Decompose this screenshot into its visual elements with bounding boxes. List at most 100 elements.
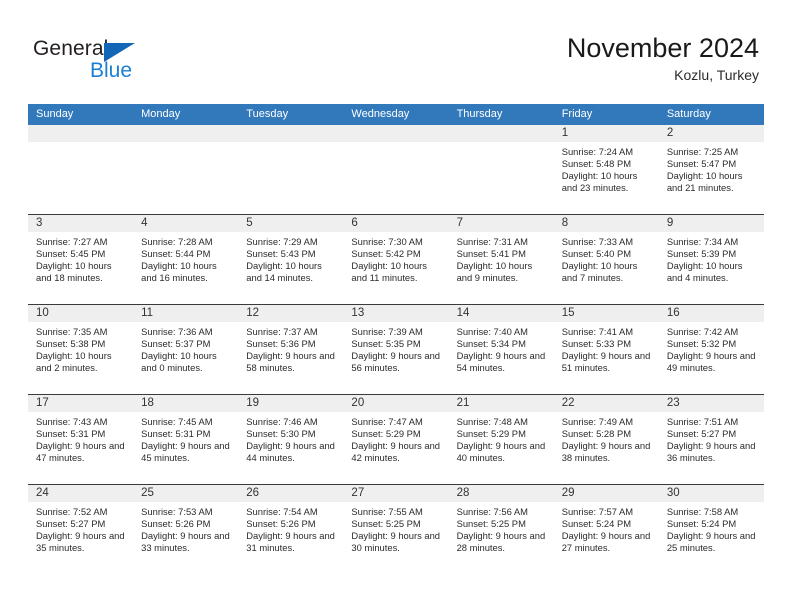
logo-text-blue: Blue: [90, 59, 133, 82]
weekday-header-friday: Friday: [561, 108, 593, 120]
calendar-day-cell[interactable]: 26 Sunrise: 7:54 AM Sunset: 5:26 PM Dayligh…: [238, 485, 344, 574]
sunrise-text: Sunrise: 7:24 AM: [561, 146, 634, 157]
calendar-day-cell[interactable]: 7 Sunrise: 7:31 AM Sunset: 5:41 PM Daylight…: [448, 215, 554, 304]
weekday-header-saturday: Saturday: [666, 108, 711, 120]
calendar-day-cell[interactable]: 13 Sunrise: 7:39 AM Sunset: 5:35 PM Dayligh…: [343, 305, 449, 394]
calendar-day-cell[interactable]: 21 Sunrise: 7:48 AM Sunset: 5:29 PM Dayligh…: [448, 395, 554, 484]
day-number: 8: [553, 215, 659, 232]
day-number: 17: [28, 395, 134, 412]
daylight-text: Daylight: 9 hours and 25 minutes.: [666, 530, 756, 554]
day-number: 22: [553, 395, 659, 412]
sunset-text: Sunset: 5:40 PM: [561, 248, 632, 260]
weekday-header-monday: Monday: [141, 108, 181, 120]
day-sun-info: Sunrise: 7:43 AM Sunset: 5:31 PM Daylight:…: [28, 412, 133, 464]
sunrise-text: Sunrise: 7:33 AM: [561, 236, 634, 247]
calendar-day-cell[interactable]: 1 Sunrise: 7:24 AM Sunset: 5:48 PM Daylight…: [553, 125, 659, 214]
calendar-day-cell[interactable]: 27 Sunrise: 7:55 AM Sunset: 5:25 PM Dayligh…: [343, 485, 449, 574]
calendar-day-cell[interactable]: 22 Sunrise: 7:49 AM Sunset: 5:28 PM Dayligh…: [553, 395, 659, 484]
day-sun-info: Sunrise: 7:27 AM Sunset: 5:45 PM Daylight:…: [28, 232, 133, 284]
calendar-day-cell[interactable]: 5 Sunrise: 7:29 AM Sunset: 5:43 PM Daylight…: [238, 215, 344, 304]
calendar-day-cell[interactable]: 9 Sunrise: 7:34 AM Sunset: 5:39 PM Daylight…: [658, 215, 764, 304]
calendar-day-cell[interactable]: 3 Sunrise: 7:27 AM Sunset: 5:45 PM Daylight…: [28, 215, 134, 304]
daylight-text: Daylight: 9 hours and 49 minutes.: [666, 350, 756, 374]
day-sun-info: Sunrise: 7:57 AM Sunset: 5:24 PM Daylight:…: [554, 502, 659, 554]
calendar-day-cell[interactable]: 19 Sunrise: 7:46 AM Sunset: 5:30 PM Dayligh…: [238, 395, 344, 484]
sunset-text: Sunset: 5:37 PM: [141, 338, 211, 350]
calendar-day-cell[interactable]: 29 Sunrise: 7:57 AM Sunset: 5:24 PM Dayligh…: [553, 485, 659, 574]
calendar-day-cell[interactable]: 24 Sunrise: 7:52 AM Sunset: 5:27 PM Dayligh…: [28, 485, 134, 574]
weekday-header-wednesday: Wednesday: [351, 108, 410, 120]
day-number: 1: [553, 125, 659, 142]
page-title: November 2024: [566, 33, 759, 63]
calendar-day-cell[interactable]: 12 Sunrise: 7:37 AM Sunset: 5:36 PM Dayligh…: [238, 305, 344, 394]
general-blue-logo[interactable]: General Blue: [33, 38, 183, 86]
day-number: 21: [448, 395, 554, 412]
sunset-text: Sunset: 5:39 PM: [666, 248, 737, 260]
sunrise-text: Sunrise: 7:31 AM: [456, 236, 528, 247]
sunset-text: Sunset: 5:25 PM: [456, 518, 526, 530]
day-sun-info: Sunrise: 7:54 AM Sunset: 5:26 PM Daylight:…: [238, 502, 343, 554]
day-sun-info: Sunrise: 7:41 AM Sunset: 5:33 PM Daylight:…: [554, 322, 659, 374]
day-sun-info: Sunrise: 7:35 AM Sunset: 5:38 PM Daylight:…: [28, 322, 133, 374]
day-sun-info: Sunrise: 7:46 AM Sunset: 5:30 PM Daylight:…: [238, 412, 343, 464]
calendar-week-row: 17 Sunrise: 7:43 AM Sunset: 5:31 PM Dayligh…: [28, 394, 764, 484]
sunrise-text: Sunrise: 7:30 AM: [351, 236, 423, 247]
calendar-day-cell[interactable]: 20 Sunrise: 7:47 AM Sunset: 5:29 PM Dayligh…: [343, 395, 449, 484]
calendar-week-row: 10 Sunrise: 7:35 AM Sunset: 5:38 PM Dayligh…: [28, 304, 764, 394]
calendar-day-cell[interactable]: 8 Sunrise: 7:33 AM Sunset: 5:40 PM Daylight…: [553, 215, 659, 304]
daylight-text: Daylight: 9 hours and 44 minutes.: [246, 440, 335, 464]
day-number: [28, 125, 134, 142]
calendar-day-cell[interactable]: 18 Sunrise: 7:45 AM Sunset: 5:31 PM Dayligh…: [133, 395, 239, 484]
calendar-day-cell[interactable]: 16 Sunrise: 7:42 AM Sunset: 5:32 PM Dayligh…: [658, 305, 764, 394]
calendar-day-cell[interactable]: 11 Sunrise: 7:36 AM Sunset: 5:37 PM Dayligh…: [133, 305, 239, 394]
sunset-text: Sunset: 5:26 PM: [246, 518, 316, 530]
daylight-text: Daylight: 9 hours and 58 minutes.: [246, 350, 335, 374]
sunrise-text: Sunrise: 7:40 AM: [456, 326, 528, 337]
sunset-text: Sunset: 5:24 PM: [561, 518, 632, 530]
sunset-text: Sunset: 5:30 PM: [246, 428, 316, 440]
sunset-text: Sunset: 5:27 PM: [666, 428, 737, 440]
calendar-day-cell[interactable]: 23 Sunrise: 7:51 AM Sunset: 5:27 PM Dayligh…: [658, 395, 764, 484]
sunrise-text: Sunrise: 7:57 AM: [561, 506, 634, 517]
day-number: 9: [658, 215, 764, 232]
sunset-text: Sunset: 5:47 PM: [666, 158, 737, 170]
sunrise-text: Sunrise: 7:35 AM: [36, 326, 108, 337]
day-number: 11: [133, 305, 239, 322]
weekday-header-thursday: Thursday: [456, 108, 503, 120]
day-sun-info: Sunrise: 7:37 AM Sunset: 5:36 PM Daylight:…: [238, 322, 343, 374]
calendar-day-cell[interactable]: 10 Sunrise: 7:35 AM Sunset: 5:38 PM Dayligh…: [28, 305, 134, 394]
daylight-text: Daylight: 10 hours and 18 minutes.: [36, 260, 112, 284]
sunset-text: Sunset: 5:24 PM: [666, 518, 737, 530]
calendar-day-cell[interactable]: 14 Sunrise: 7:40 AM Sunset: 5:34 PM Dayligh…: [448, 305, 554, 394]
calendar-day-cell[interactable]: 28 Sunrise: 7:56 AM Sunset: 5:25 PM Dayligh…: [448, 485, 554, 574]
calendar-day-cell[interactable]: 6 Sunrise: 7:30 AM Sunset: 5:42 PM Daylight…: [343, 215, 449, 304]
sunrise-text: Sunrise: 7:27 AM: [36, 236, 108, 247]
sunset-text: Sunset: 5:34 PM: [456, 338, 526, 350]
calendar-day-cell[interactable]: 4 Sunrise: 7:28 AM Sunset: 5:44 PM Daylight…: [133, 215, 239, 304]
day-number: 18: [133, 395, 239, 412]
calendar-day-cell[interactable]: 25 Sunrise: 7:53 AM Sunset: 5:26 PM Dayligh…: [133, 485, 239, 574]
day-number: 3: [28, 215, 134, 232]
calendar-day-cell[interactable]: 15 Sunrise: 7:41 AM Sunset: 5:33 PM Dayligh…: [553, 305, 659, 394]
sunset-text: Sunset: 5:32 PM: [666, 338, 737, 350]
calendar-day-cell[interactable]: 30 Sunrise: 7:58 AM Sunset: 5:24 PM Dayligh…: [658, 485, 764, 574]
calendar-day-cell[interactable]: 2 Sunrise: 7:25 AM Sunset: 5:47 PM Daylight…: [658, 125, 764, 214]
day-number: 29: [553, 485, 659, 502]
day-sun-info: Sunrise: 7:39 AM Sunset: 5:35 PM Daylight:…: [343, 322, 448, 374]
daylight-text: Daylight: 10 hours and 23 minutes.: [561, 170, 638, 194]
daylight-text: Daylight: 10 hours and 11 minutes.: [351, 260, 427, 284]
day-sun-info: Sunrise: 7:29 AM Sunset: 5:43 PM Daylight:…: [238, 232, 343, 284]
title-block: November 2024 Kozlu, Turkey: [567, 33, 759, 84]
sunrise-text: Sunrise: 7:58 AM: [666, 506, 739, 517]
day-number: 5: [238, 215, 344, 232]
day-number: 30: [658, 485, 764, 502]
day-number: [238, 125, 344, 142]
calendar-weeks: 1 Sunrise: 7:24 AM Sunset: 5:48 PM Daylight…: [28, 125, 764, 574]
calendar-day-cell[interactable]: 17 Sunrise: 7:43 AM Sunset: 5:31 PM Dayligh…: [28, 395, 134, 484]
day-sun-info: Sunrise: 7:33 AM Sunset: 5:40 PM Daylight:…: [554, 232, 659, 284]
daylight-text: Daylight: 9 hours and 35 minutes.: [36, 530, 125, 554]
sunrise-text: Sunrise: 7:29 AM: [246, 236, 318, 247]
daylight-text: Daylight: 10 hours and 21 minutes.: [666, 170, 743, 194]
day-sun-info: Sunrise: 7:36 AM Sunset: 5:37 PM Daylight:…: [133, 322, 238, 374]
daylight-text: Daylight: 9 hours and 30 minutes.: [351, 530, 441, 554]
